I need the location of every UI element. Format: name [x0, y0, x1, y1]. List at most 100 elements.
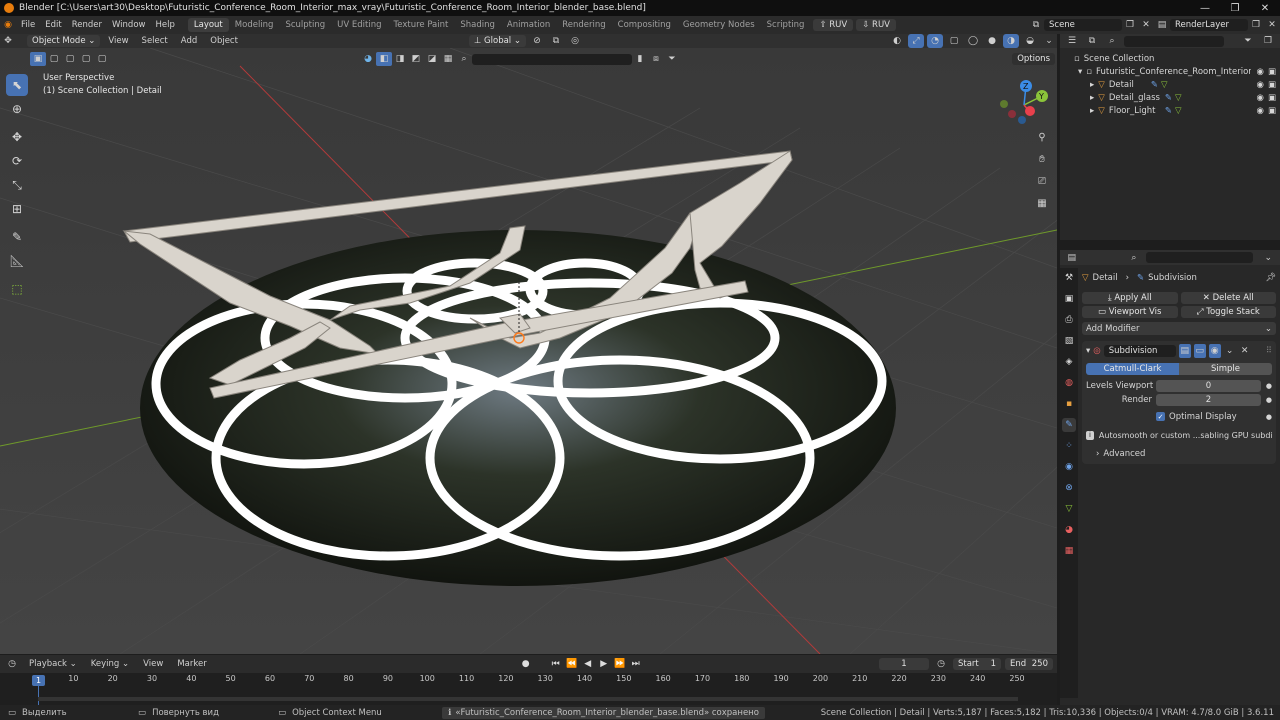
collapsed-arrow-icon[interactable]: ▸	[1090, 106, 1094, 116]
pin-icon[interactable]: 📌︎	[1265, 273, 1276, 283]
blender-menu-icon[interactable]: ◉	[0, 18, 16, 32]
menu-edit[interactable]: Edit	[40, 20, 66, 30]
world-tab-icon[interactable]: ◍	[1062, 376, 1076, 390]
outliner-row-floor-light[interactable]: ▸ ▽ Floor_Light ✎ ▽ ◉ ▣	[1064, 104, 1276, 117]
chevron-down-icon[interactable]: ⌄	[1224, 344, 1236, 358]
viewport-3d[interactable]: Y Z ▣ ▢ ▢ ▢ ▢ ◕ ◧ ◨ ◩ ◪ ▦ ⌕ ▮ ⧈ ⏷ Option…	[0, 48, 1057, 654]
camera-render-icon[interactable]: ▣	[1268, 67, 1276, 77]
data-tab-icon[interactable]: ▽	[1062, 502, 1076, 516]
new-layer-icon[interactable]: ❐	[1248, 18, 1264, 32]
checkbox-checked-icon[interactable]: ✓	[1156, 412, 1165, 421]
advanced-section[interactable]: › Advanced	[1086, 447, 1272, 460]
drag-handle-icon[interactable]: ⠿	[1266, 346, 1272, 356]
visibility-icon[interactable]: ◐	[889, 34, 905, 48]
filter-light-icon[interactable]: ◨	[392, 52, 408, 66]
menu-file[interactable]: File	[16, 20, 40, 30]
delete-all-button[interactable]: ✕ Delete All	[1180, 292, 1276, 304]
optimal-display-row[interactable]: ✓ Optimal Display ●	[1086, 410, 1272, 423]
gizmo-toggle-icon[interactable]: ⤢	[908, 34, 924, 48]
properties-search-input[interactable]	[1145, 252, 1253, 263]
move-tool[interactable]: ✥	[6, 126, 28, 148]
renderlayer-icon[interactable]: ▤	[1154, 18, 1170, 32]
tab-geometry-nodes[interactable]: Geometry Nodes	[677, 18, 761, 32]
keyframe-dot-icon[interactable]: ●	[1266, 382, 1272, 390]
viewport-menu-view[interactable]: View	[103, 36, 133, 46]
pivot-icon[interactable]: ⊘	[529, 34, 545, 48]
delete-layer-icon[interactable]: ✕	[1264, 18, 1280, 32]
add-cube-tool[interactable]: ⬚	[6, 278, 28, 300]
camera-render-icon[interactable]: ▣	[1268, 106, 1276, 116]
toggle-stack-button[interactable]: ⤢ Toggle Stack	[1180, 306, 1276, 318]
camera-render-icon[interactable]: ▣	[1268, 93, 1276, 103]
tool-tab-icon[interactable]: ⚒	[1062, 271, 1076, 285]
options-button[interactable]: Options	[1012, 53, 1055, 65]
annotate-tool[interactable]: ✎	[6, 226, 28, 248]
editor-type-icon[interactable]: ✥	[0, 34, 16, 48]
tab-animation[interactable]: Animation	[501, 18, 556, 32]
filter-icon[interactable]: ⏷	[1240, 34, 1256, 48]
cursor-tool[interactable]: ⊕	[6, 98, 28, 120]
eye-icon[interactable]: ◉	[1257, 67, 1264, 77]
edit-mode-toggle-icon[interactable]: ▤	[1178, 344, 1191, 358]
viewport-vis-button[interactable]: ▭ Viewport Vis	[1082, 306, 1178, 318]
apply-all-button[interactable]: ⤓ Apply All	[1082, 292, 1178, 304]
expand-arrow-icon[interactable]: ▾	[1078, 67, 1082, 77]
texture-tab-icon[interactable]: ▦	[1062, 544, 1076, 558]
measure-tool[interactable]: 📐︎	[6, 250, 28, 272]
transform-tool[interactable]: ⊞	[6, 198, 28, 220]
shading-solid-icon[interactable]: ●	[984, 34, 1000, 48]
collapse-arrow-icon[interactable]: ▾	[1086, 346, 1090, 356]
outliner-row-detail[interactable]: ▸ ▽ Detail ✎ ▽ ◉ ▣	[1064, 78, 1276, 91]
tab-compositing[interactable]: Compositing	[612, 18, 677, 32]
scale-tool[interactable]: ⤡	[6, 174, 28, 196]
filter-icon[interactable]: ⏷	[664, 52, 680, 66]
keyframe-dot-icon[interactable]: ●	[1266, 396, 1272, 404]
shading-rendered-icon[interactable]: ◒	[1022, 34, 1038, 48]
close-icon[interactable]: ✕	[1239, 344, 1251, 358]
keyframe-dot-icon[interactable]: ●	[1266, 413, 1272, 421]
tab-texture-paint[interactable]: Texture Paint	[388, 18, 455, 32]
new-scene-icon[interactable]: ❐	[1122, 18, 1138, 32]
render-tab-icon[interactable]: ▣	[1062, 292, 1076, 306]
filter-empty-icon[interactable]: ▦	[440, 52, 456, 66]
simple-button[interactable]: Simple	[1179, 363, 1272, 375]
minimize-button[interactable]: —	[1190, 3, 1220, 14]
menu-help[interactable]: Help	[150, 20, 179, 30]
object-tab-icon[interactable]: ▪	[1062, 397, 1076, 411]
select-subtract-icon[interactable]: ▢	[62, 52, 78, 66]
select-box-icon[interactable]: ▣	[30, 52, 46, 66]
levels-viewport-field[interactable]: 0	[1156, 379, 1261, 392]
tab-sculpting[interactable]: Sculpting	[279, 18, 331, 32]
outliner-row-scene-collection[interactable]: ▫ Scene Collection	[1064, 52, 1276, 65]
select-extend-icon[interactable]: ▢	[46, 52, 62, 66]
material-tab-icon[interactable]: ◕	[1062, 523, 1076, 537]
collapsed-arrow-icon[interactable]: ▸	[1090, 80, 1094, 90]
orientation-dropdown[interactable]: ⊥ Global ⌄	[468, 35, 526, 47]
render-levels-field[interactable]: 2	[1156, 393, 1261, 406]
select-intersect-icon[interactable]: ▢	[94, 52, 110, 66]
shading-material-icon[interactable]: ◑	[1003, 34, 1019, 48]
mode-dropdown[interactable]: Object Mode ⌄	[27, 35, 101, 47]
maximize-button[interactable]: ❐	[1220, 3, 1250, 14]
pan-button[interactable]: ✋︎	[1033, 150, 1051, 168]
tab-modeling[interactable]: Modeling	[229, 18, 280, 32]
outliner-row-collection[interactable]: ▾ ▫ Futuristic_Conference_Room_Interior …	[1064, 65, 1276, 78]
ruv-up-button[interactable]: ⇧ RUV	[813, 19, 854, 31]
render-toggle-icon[interactable]: ◉	[1208, 344, 1221, 358]
modifier-name-input[interactable]: Subdivision	[1103, 345, 1176, 357]
filter-camera-icon[interactable]: ◩	[408, 52, 424, 66]
menu-render[interactable]: Render	[67, 20, 107, 30]
ruv-down-button[interactable]: ⇩ RUV	[856, 19, 896, 31]
viewport-toggle-icon[interactable]: ▭	[1193, 344, 1206, 358]
modifier-tab-icon[interactable]: ✎	[1062, 418, 1076, 432]
xray-icon[interactable]: ▢	[946, 34, 962, 48]
tab-layout[interactable]: Layout	[187, 18, 229, 32]
proportional-edit-icon[interactable]: ◎	[567, 34, 583, 48]
tab-rendering[interactable]: Rendering	[556, 18, 611, 32]
filter-mesh-icon[interactable]: ◪	[424, 52, 440, 66]
view-layer-tab-icon[interactable]: ▧	[1062, 334, 1076, 348]
display-mode-icon[interactable]: ⧉	[1084, 34, 1100, 48]
zoom-button[interactable]: ⚲	[1033, 128, 1051, 146]
filter-color-icon[interactable]: ◕	[360, 52, 376, 66]
viewport-menu-object[interactable]: Object	[205, 36, 243, 46]
